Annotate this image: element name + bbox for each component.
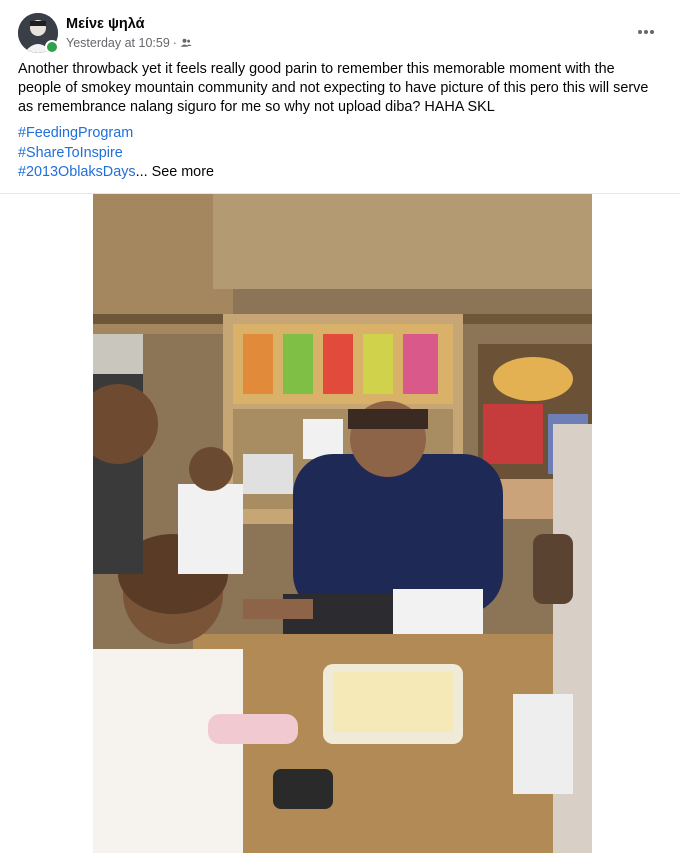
hashtag-list: #FeedingProgram #ShareToInspire #2013Obl…: [18, 124, 214, 183]
truncation-ellipsis: ...: [135, 164, 148, 180]
friends-icon[interactable]: [180, 37, 192, 49]
avatar[interactable]: [18, 13, 59, 54]
author-name[interactable]: Μείνε ψηλά: [66, 15, 192, 33]
more-horizontal-icon: [638, 30, 654, 34]
post-header: Μείνε ψηλά Yesterday at 10:59 ·: [18, 12, 666, 54]
post-subline: Yesterday at 10:59 ·: [66, 35, 192, 51]
separator-dot: ·: [172, 36, 177, 50]
timestamp[interactable]: Yesterday at 10:59: [66, 35, 170, 51]
hashtag-link[interactable]: #FeedingProgram: [18, 124, 214, 144]
hashtag-row: #2013OblaksDays... See more: [18, 163, 214, 183]
post-photo[interactable]: [93, 194, 592, 853]
hashtag-link[interactable]: #ShareToInspire: [18, 144, 214, 164]
online-status-icon: [45, 40, 59, 54]
post-text: Another throwback yet it feels really go…: [18, 61, 649, 115]
post-meta: Μείνε ψηλά Yesterday at 10:59 ·: [66, 15, 192, 51]
hashtag-link[interactable]: #2013OblaksDays: [18, 163, 136, 183]
see-more-link[interactable]: See more: [152, 163, 214, 183]
more-options-button[interactable]: [632, 18, 660, 46]
post-card: Μείνε ψηλά Yesterday at 10:59 · Another …: [0, 0, 680, 853]
